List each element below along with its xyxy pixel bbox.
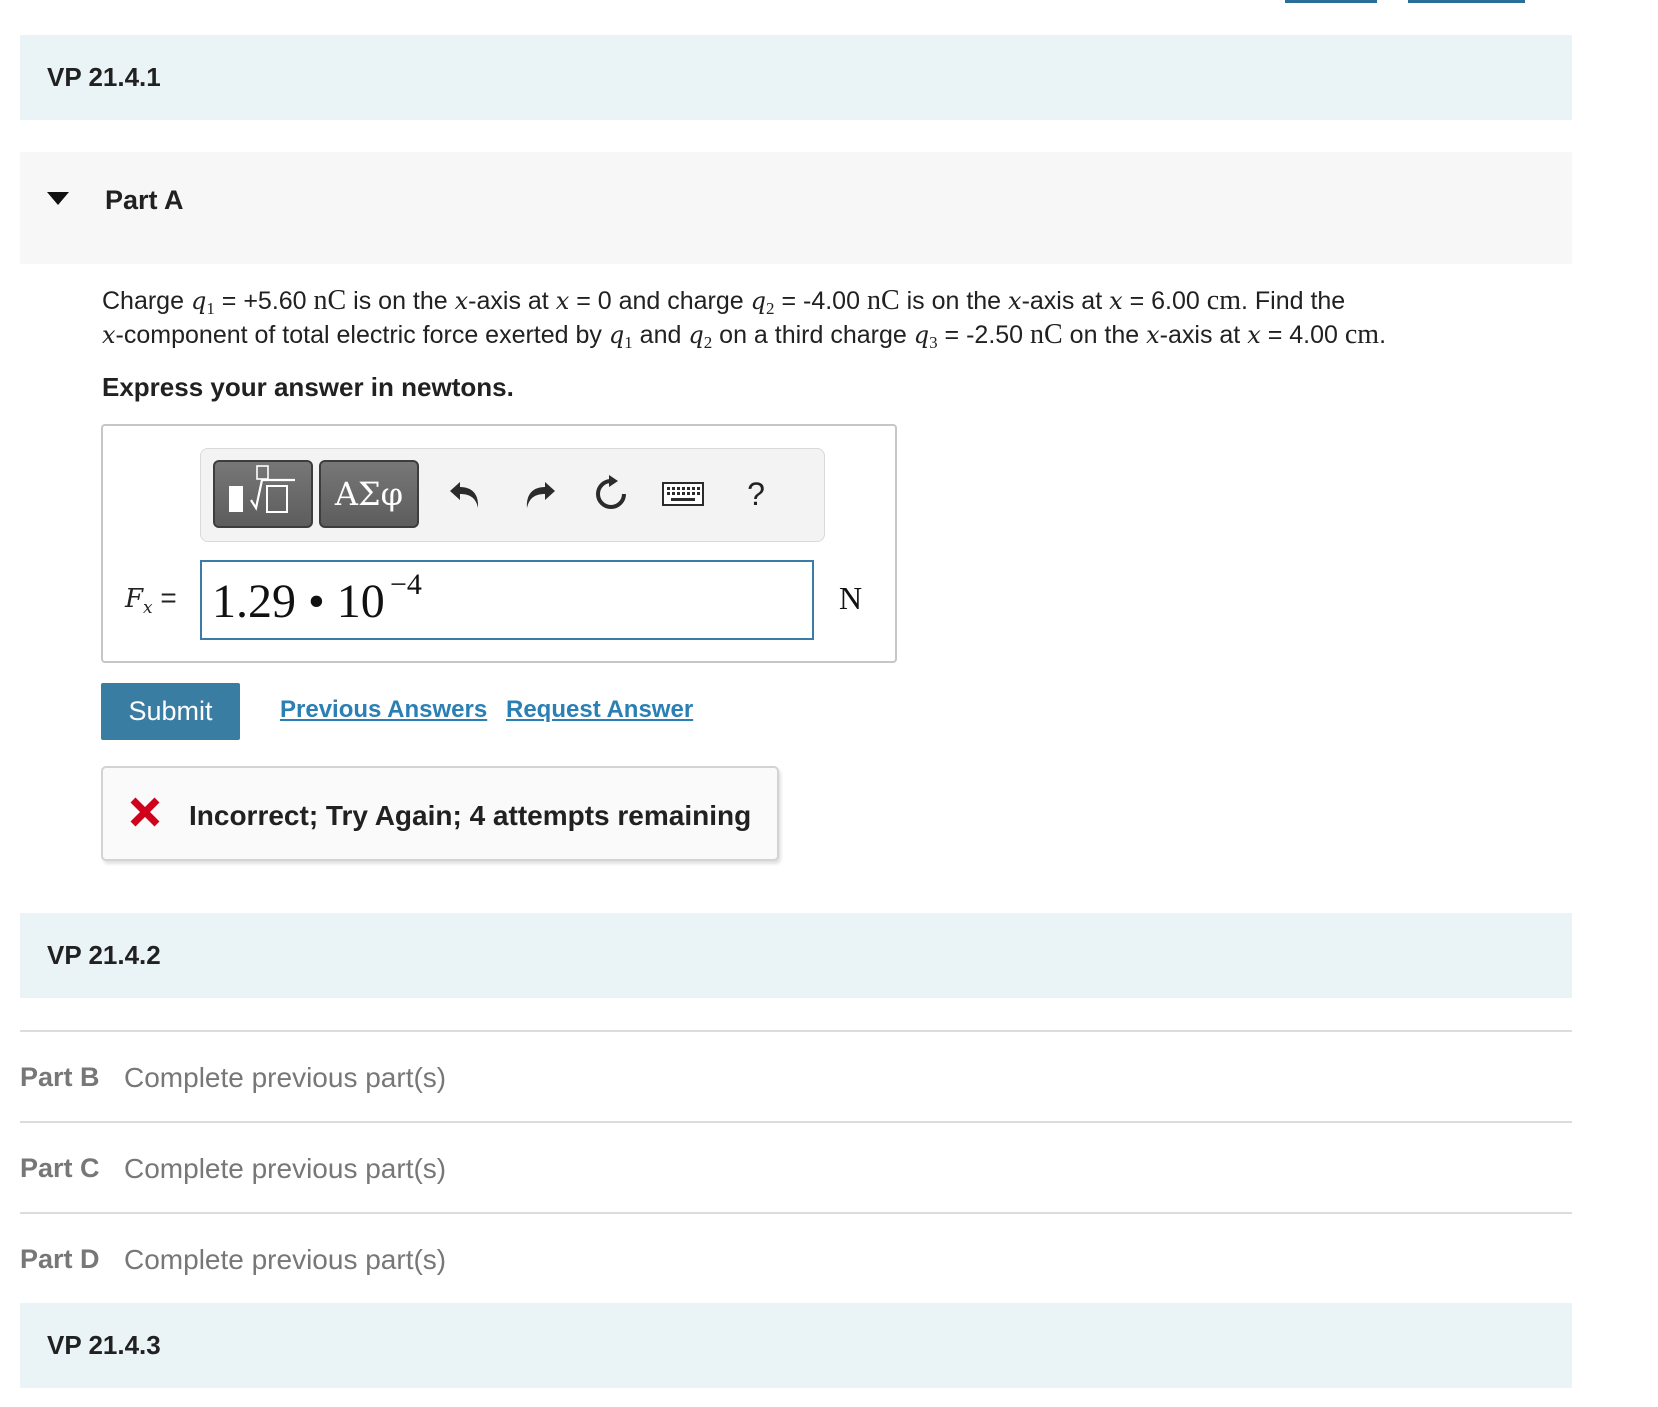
math-unit: nC (866, 285, 900, 316)
part-status: Complete previous part(s) (124, 1153, 447, 1184)
math-var: x (1109, 287, 1123, 315)
part-c-row: Part C Complete previous part(s) (20, 1121, 1572, 1212)
feedback-text: Incorrect; Try Again; 4 attempts remaini… (189, 800, 752, 831)
question-fragment: -axis at (1021, 287, 1110, 315)
answer-box: ΑΣφ ? Fx = 1.29 • 10 −4 N (101, 424, 897, 663)
section-vp-21-4-1[interactable]: VP 21.4.1 (20, 35, 1572, 120)
part-label: Part B (20, 1062, 100, 1092)
question-fragment: -component of total electric force exert… (115, 321, 609, 349)
question-fragment: = +5.60 (214, 287, 314, 315)
math-var: q (190, 287, 207, 315)
math-var: x (555, 287, 570, 315)
math-var: x (1146, 321, 1160, 349)
math-var: x (1247, 321, 1261, 349)
top-link-1[interactable] (1285, 0, 1377, 3)
question-fragment: = 0 and charge (569, 287, 751, 315)
templates-button[interactable] (213, 460, 313, 528)
math-unit: nC (1030, 319, 1063, 350)
answer-mantissa: 1.29 • 10 (212, 575, 385, 628)
answer-var-sub: x (143, 598, 153, 618)
math-var: x (454, 287, 469, 315)
help-button[interactable]: ? (731, 469, 781, 519)
math-sub: 2 (766, 299, 775, 318)
question-fragment: on the (1062, 321, 1147, 349)
question-fragment: on a third charge (712, 321, 914, 349)
math-sub: 1 (206, 299, 215, 318)
question-fragment: -axis at (1159, 321, 1248, 349)
answer-unit: N (839, 580, 863, 616)
math-unit: nC (313, 285, 347, 316)
math-var: q (750, 287, 767, 315)
question-fragment: = -2.50 (937, 321, 1031, 349)
part-b-row: Part B Complete previous part(s) (20, 1030, 1572, 1121)
question-fragment: is on the (899, 287, 1009, 315)
section-title: VP 21.4.2 (47, 940, 161, 970)
math-sub: 3 (929, 333, 938, 352)
part-d-row: Part D Complete previous part(s) (20, 1212, 1572, 1303)
question-fragment: = -4.00 (774, 287, 867, 315)
math-sub: 2 (703, 333, 713, 352)
math-var: q (688, 321, 704, 349)
part-a-title: Part A (105, 185, 184, 215)
question-fragment: is on the (346, 287, 455, 315)
section-title: VP 21.4.1 (47, 62, 161, 92)
part-status: Complete previous part(s) (124, 1062, 447, 1093)
greek-symbols-button[interactable]: ΑΣφ (319, 460, 419, 528)
answer-var: F (125, 584, 144, 614)
math-var: x (1008, 287, 1022, 315)
section-vp-21-4-3[interactable]: VP 21.4.3 (20, 1303, 1572, 1388)
question-fragment: . (1379, 321, 1387, 349)
section-title: VP 21.4.3 (47, 1330, 161, 1360)
math-var: q (913, 321, 930, 349)
redo-icon[interactable] (514, 469, 564, 519)
answer-instruction: Express your answer in newtons. (102, 372, 514, 402)
part-status: Complete previous part(s) (124, 1244, 447, 1275)
templates-icon (229, 465, 295, 513)
answer-equals: = (160, 582, 177, 613)
question-fragment: = 6.00 (1122, 287, 1207, 315)
part-label: Part D (20, 1244, 100, 1274)
previous-answers-link[interactable]: Previous Answers (280, 696, 487, 724)
section-vp-21-4-2[interactable]: VP 21.4.2 (20, 913, 1572, 998)
question-fragment: -axis at (468, 287, 556, 315)
math-unit: cm (1206, 285, 1241, 316)
keyboard-icon[interactable] (658, 469, 708, 519)
question-text: Charge q1 = +5.60 nC is on the x-axis at… (102, 284, 1562, 352)
question-fragment: . Find the (1240, 287, 1346, 315)
submit-button[interactable]: Submit (101, 683, 240, 740)
math-sub: 1 (624, 333, 633, 352)
undo-icon[interactable] (441, 469, 491, 519)
request-answer-link[interactable]: Request Answer (506, 696, 693, 724)
question-fragment: Charge (102, 287, 191, 315)
part-label: Part C (20, 1153, 100, 1183)
math-toolbar: ΑΣφ ? (200, 448, 825, 542)
feedback-message: Incorrect; Try Again; 4 attempts remaini… (101, 766, 779, 861)
collapse-caret-icon[interactable] (47, 192, 69, 205)
reset-icon[interactable] (586, 469, 636, 519)
answer-exponent: −4 (390, 568, 422, 601)
question-fragment: = 4.00 (1260, 321, 1345, 349)
question-fragment: and (632, 321, 689, 349)
math-unit: cm (1344, 319, 1380, 350)
top-nav-links (0, 0, 1658, 4)
incorrect-icon (130, 797, 160, 827)
answer-input[interactable]: 1.29 • 10 −4 (200, 560, 814, 640)
math-var: q (608, 321, 625, 349)
answer-variable-label: Fx = (125, 582, 177, 617)
math-var: x (102, 321, 116, 349)
part-a-header[interactable]: Part A (20, 152, 1572, 264)
top-link-2[interactable] (1408, 0, 1525, 3)
